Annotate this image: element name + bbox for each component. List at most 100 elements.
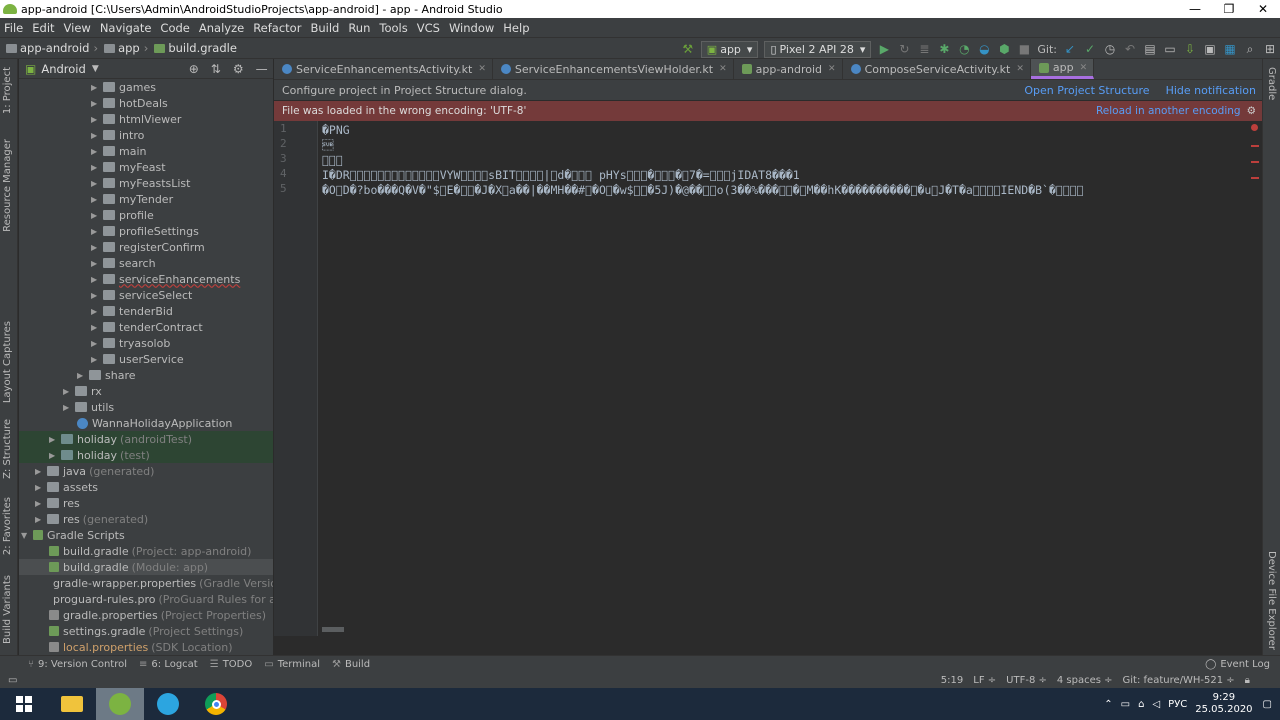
make-project-hammer-icon[interactable]: ⚒ <box>678 42 698 56</box>
file-encoding[interactable]: UTF-8 ÷ <box>1006 675 1047 686</box>
sdk-manager-icon[interactable]: ⇩ <box>1180 42 1200 56</box>
chevron-down-icon[interactable]: ▼ <box>92 64 99 74</box>
expand-arrow-icon[interactable]: ▶ <box>91 83 103 92</box>
tool-tab-build-variants[interactable]: Build Variants <box>2 575 13 644</box>
tree-item[interactable]: ▶ share <box>19 367 273 383</box>
tree-item[interactable]: WannaHolidayApplication <box>19 415 273 431</box>
close-tab-icon[interactable]: ✕ <box>719 64 727 74</box>
expand-arrow-icon[interactable]: ▶ <box>91 355 103 364</box>
code-line[interactable]: �O D�?bo���Q�V�"$ E�  �J�X a��|��MH��# �… <box>322 183 1258 198</box>
tool-tab-favorites[interactable]: 2: Favorites <box>2 497 13 555</box>
expand-arrow-icon[interactable]: ▶ <box>63 387 75 396</box>
expand-arrow-icon[interactable]: ▶ <box>91 275 103 284</box>
expand-arrow-icon[interactable]: ▶ <box>91 99 103 108</box>
reload-encoding-link[interactable]: Reload in another encoding <box>1096 105 1241 117</box>
sync-icon[interactable]: ⊞ <box>1260 42 1280 56</box>
display-icon[interactable]: ▭ <box>1121 699 1130 710</box>
expand-arrow-icon[interactable]: ▶ <box>91 259 103 268</box>
expand-arrow-icon[interactable]: ▶ <box>91 227 103 236</box>
expand-arrow-icon[interactable]: ▶ <box>91 339 103 348</box>
project-view-selector[interactable]: Android <box>41 62 85 76</box>
code-line[interactable]:  <box>322 138 1258 153</box>
locate-file-icon[interactable]: ⊕ <box>189 62 199 76</box>
open-project-structure-link[interactable]: Open Project Structure <box>1024 84 1149 97</box>
menu-help[interactable]: Help <box>499 21 534 35</box>
tree-item[interactable]: ▶ profile <box>19 207 273 223</box>
breadcrumb-file[interactable]: build.gradle <box>154 41 237 55</box>
taskbar-explorer[interactable] <box>48 688 96 720</box>
search-icon[interactable]: ⌕ <box>1240 42 1260 57</box>
tree-item[interactable]: proguard-rules.pro(ProGuard Rules for ap… <box>19 591 273 607</box>
tab-service-enhancements-activity[interactable]: ServiceEnhancementsActivity.kt ✕ <box>274 59 493 79</box>
expand-arrow-icon[interactable]: ▶ <box>91 147 103 156</box>
tree-item[interactable]: ▼ Gradle Scripts <box>19 527 273 543</box>
tree-item[interactable]: ▶ assets <box>19 479 273 495</box>
expand-arrow-icon[interactable]: ▶ <box>49 451 61 460</box>
tool-tab-layout-captures[interactable]: Layout Captures <box>2 321 13 403</box>
tree-item[interactable]: ▶ res <box>19 495 273 511</box>
tree-item[interactable]: ▶ search <box>19 255 273 271</box>
menu-edit[interactable]: Edit <box>28 21 59 35</box>
collapse-all-icon[interactable]: ⇅ <box>211 62 221 76</box>
tree-item[interactable]: ▶ holiday (test) <box>19 447 273 463</box>
menu-build[interactable]: Build <box>306 21 344 35</box>
expand-arrow-icon[interactable]: ▶ <box>91 243 103 252</box>
error-marker[interactable] <box>1251 145 1259 147</box>
notification-center-icon[interactable]: ▢ <box>1263 699 1272 710</box>
tree-item[interactable]: ▶ userService <box>19 351 273 367</box>
tree-item[interactable]: ▶ holiday (androidTest) <box>19 431 273 447</box>
expand-arrow-icon[interactable]: ▶ <box>91 115 103 124</box>
gear-icon[interactable]: ⚙ <box>1247 105 1256 117</box>
tree-item[interactable]: ▶ serviceEnhancements <box>19 271 273 287</box>
error-indicator-icon[interactable] <box>1251 124 1258 131</box>
status-toggle-icon[interactable]: ▭ <box>8 675 17 686</box>
line-separator[interactable]: LF ÷ <box>973 675 996 686</box>
tree-item[interactable]: ▶ htmlViewer <box>19 111 273 127</box>
tree-item[interactable]: ▶ myFeast <box>19 159 273 175</box>
start-button[interactable] <box>0 688 48 720</box>
volume-icon[interactable]: ◁ <box>1152 699 1160 710</box>
indent-setting[interactable]: 4 spaces ÷ <box>1057 675 1113 686</box>
git-commit-icon[interactable]: ✓ <box>1080 42 1100 56</box>
debug-icon[interactable]: ✱ <box>934 42 954 56</box>
menu-view[interactable]: View <box>60 21 96 35</box>
editor-horizontal-scrollbar[interactable] <box>322 627 344 632</box>
project-structure-icon[interactable]: ▤ <box>1140 42 1160 56</box>
tree-item[interactable]: build.gradle (Project: app-android) <box>19 543 273 559</box>
expand-arrow-icon[interactable]: ▶ <box>91 131 103 140</box>
maximize-button[interactable]: ❐ <box>1212 0 1246 18</box>
tree-item[interactable]: ▶ profileSettings <box>19 223 273 239</box>
tool-tab-resource-manager[interactable]: Resource Manager <box>2 139 13 232</box>
clock[interactable]: 9:29 25.05.2020 <box>1195 692 1252 716</box>
breadcrumb-module[interactable]: app › <box>104 41 148 55</box>
tool-version-control[interactable]: ⑂ 9: Version Control <box>28 659 127 670</box>
tree-item[interactable]: ▶ rx <box>19 383 273 399</box>
git-update-icon[interactable]: ↙ <box>1060 42 1080 56</box>
error-stripe[interactable] <box>1251 121 1259 179</box>
close-tab-icon[interactable]: ✕ <box>478 64 486 74</box>
tab-service-enhancements-viewholder[interactable]: ServiceEnhancementsViewHolder.kt ✕ <box>493 59 734 79</box>
expand-arrow-icon[interactable]: ▶ <box>49 435 61 444</box>
tree-item[interactable]: ▶ intro <box>19 127 273 143</box>
taskbar-telegram[interactable] <box>144 688 192 720</box>
tool-logcat[interactable]: ≡ 6: Logcat <box>139 659 198 670</box>
hide-notification-link[interactable]: Hide notification <box>1166 84 1256 97</box>
apply-changes-icon[interactable]: ↻ <box>894 42 914 56</box>
minimize-button[interactable]: — <box>1178 0 1212 18</box>
expand-arrow-icon[interactable]: ▶ <box>91 307 103 316</box>
tab-compose-service-activity[interactable]: ComposeServiceActivity.kt ✕ <box>843 59 1031 79</box>
tree-item[interactable]: build.gradle (Module: app) <box>19 559 273 575</box>
git-branch[interactable]: Git: feature/WH-521 ÷ <box>1123 675 1235 686</box>
profile-icon[interactable]: ◔ <box>954 42 974 56</box>
taskbar-android-studio[interactable] <box>96 688 144 720</box>
expand-arrow-icon[interactable]: ▶ <box>35 483 47 492</box>
collapse-arrow-icon[interactable]: ▼ <box>21 531 33 540</box>
tree-item[interactable]: settings.gradle (Project Settings) <box>19 623 273 639</box>
close-tab-icon[interactable]: ✕ <box>1080 63 1088 73</box>
close-tab-icon[interactable]: ✕ <box>1016 64 1024 74</box>
gear-icon[interactable]: ⚙ <box>233 62 244 76</box>
language-indicator[interactable]: РУС <box>1168 699 1187 710</box>
lock-icon[interactable]: 🔒︎ <box>1245 675 1250 686</box>
menu-navigate[interactable]: Navigate <box>96 21 157 35</box>
device-dropdown[interactable]: ▯ Pixel 2 API 28 ▾ <box>764 40 872 58</box>
